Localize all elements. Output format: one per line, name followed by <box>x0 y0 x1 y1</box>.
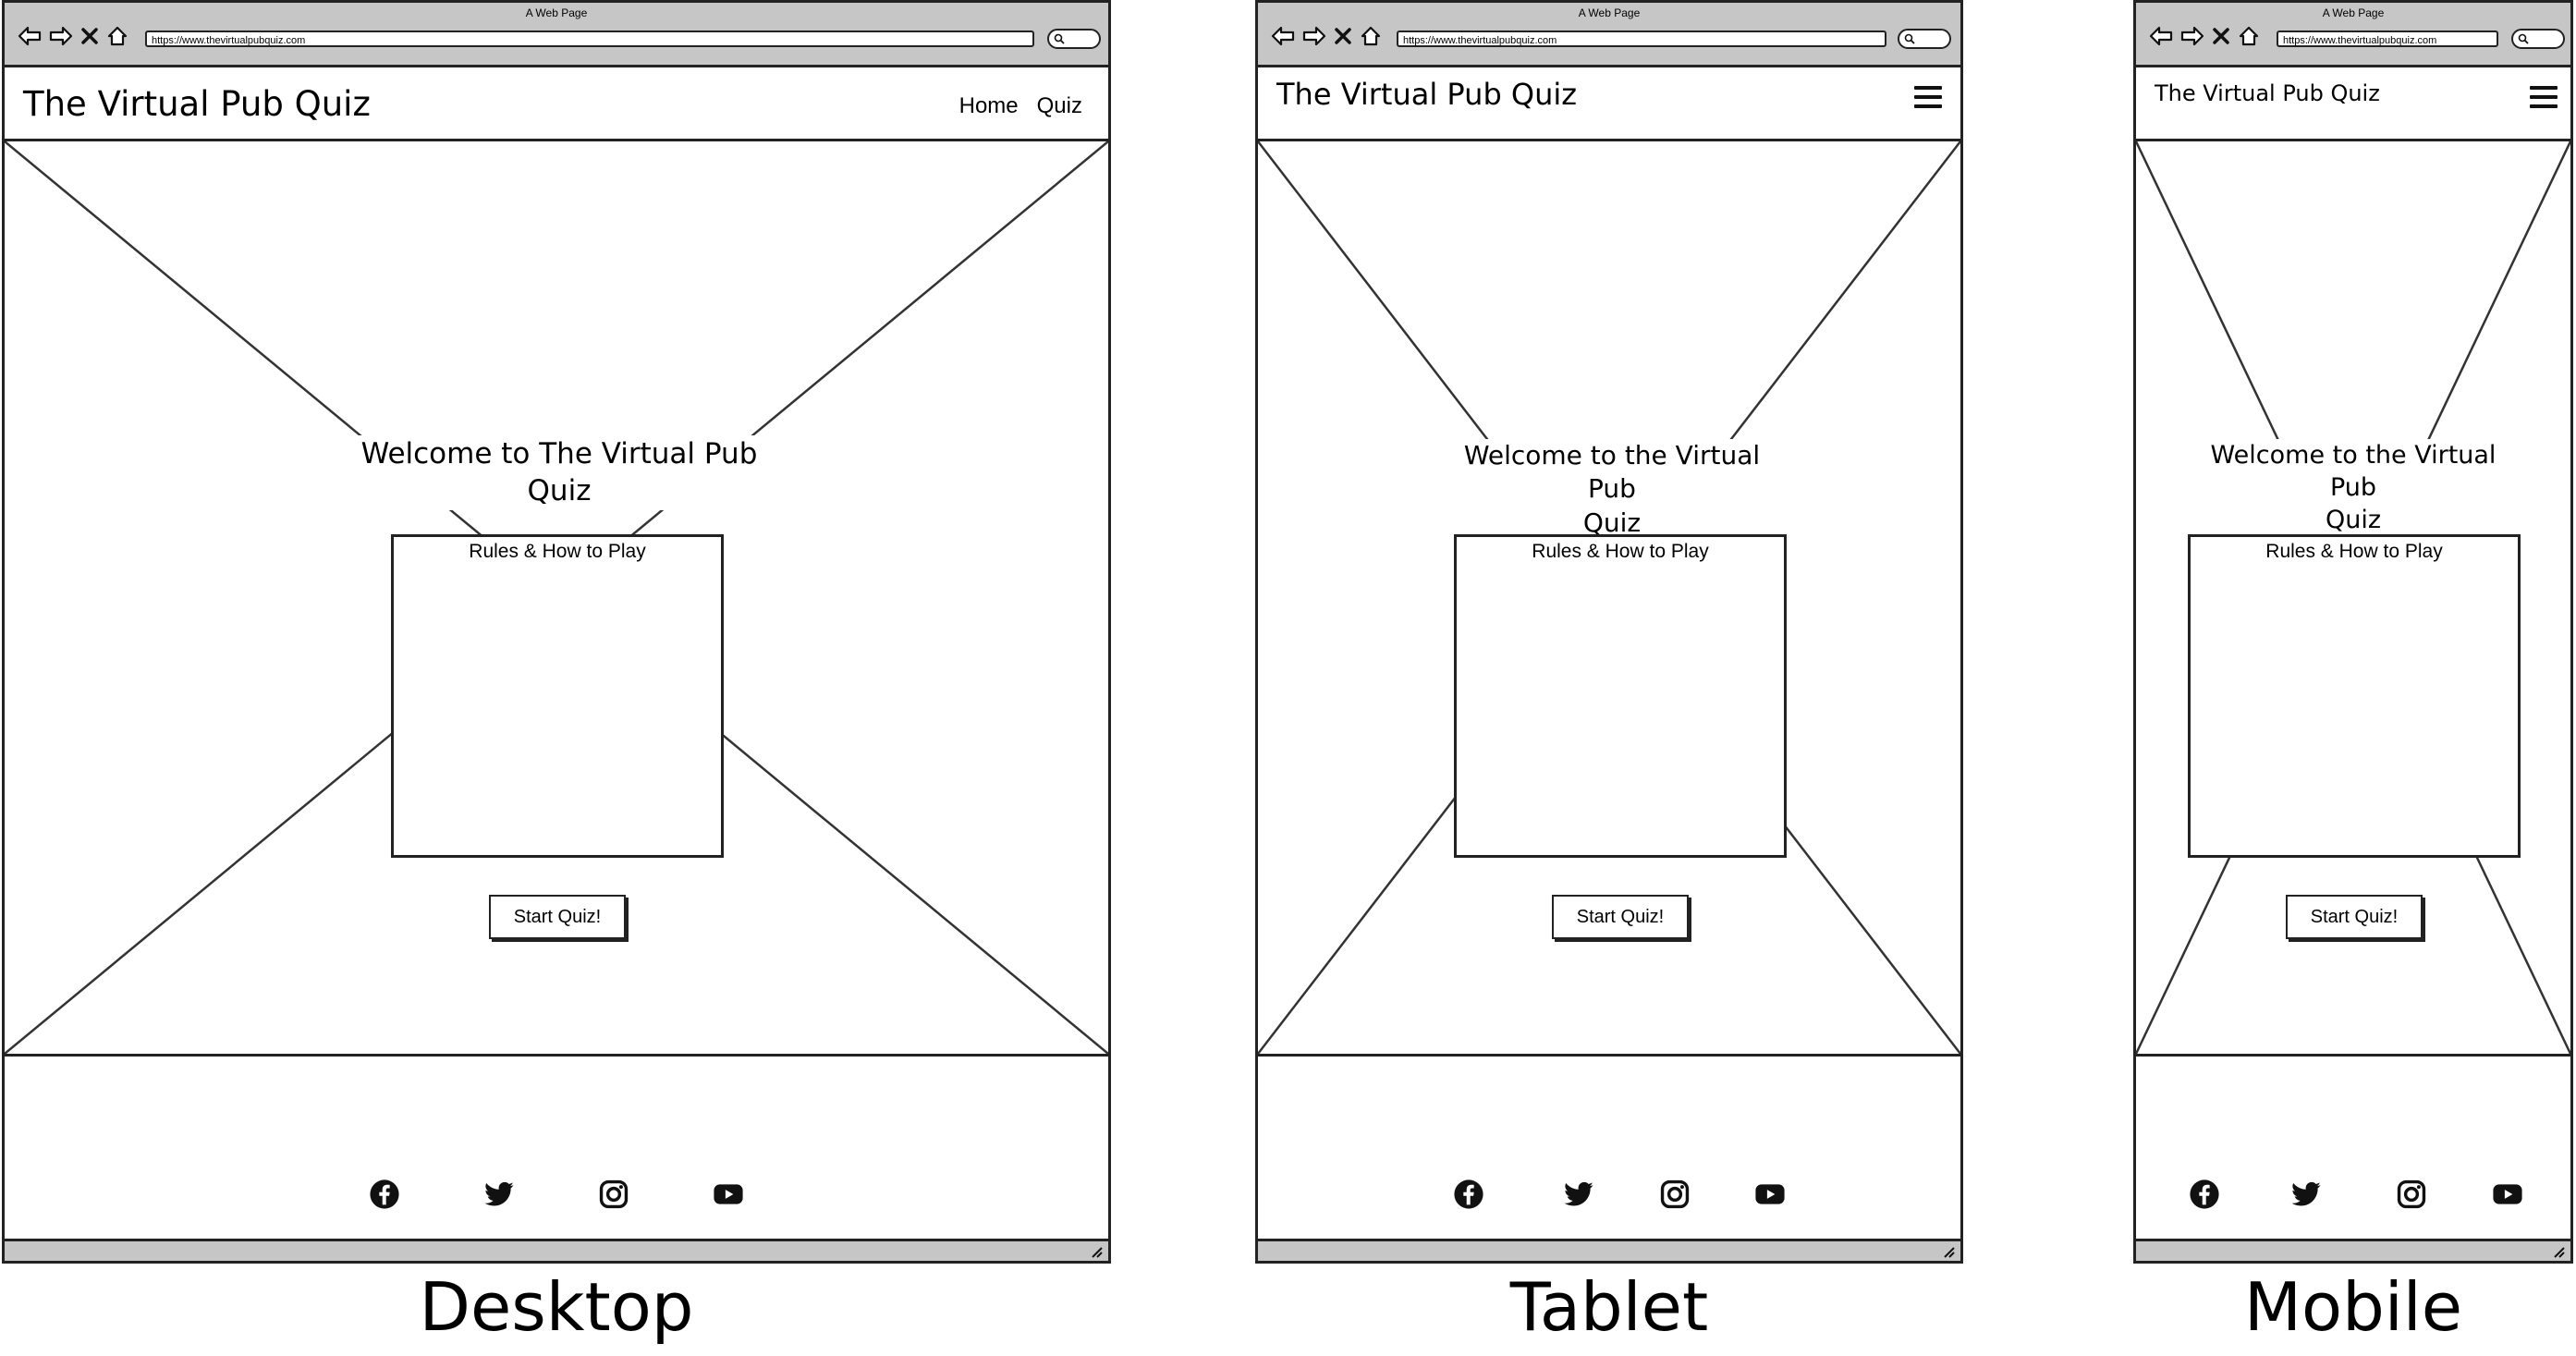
rules-panel-title: Rules & How to Play <box>2265 541 2443 562</box>
search-icon <box>2518 33 2529 44</box>
welcome-heading-line-2: Quiz <box>2325 506 2382 535</box>
youtube-icon[interactable] <box>1754 1179 1786 1210</box>
back-icon[interactable] <box>2149 26 2173 46</box>
window-title: A Web Page <box>1578 6 1641 19</box>
home-icon[interactable] <box>1360 25 1382 47</box>
stop-icon[interactable] <box>2212 27 2230 45</box>
site-header: The Virtual Pub Quiz <box>1258 67 1960 141</box>
rules-panel: Rules & How to Play <box>1454 534 1787 858</box>
browser-window: A Web Page https://www.thevirtualpubquiz… <box>2 0 1111 1264</box>
search-icon <box>1054 33 1065 44</box>
stop-icon[interactable] <box>80 27 99 45</box>
welcome-heading: Welcome to the Virtual Pub Quiz <box>1443 439 1781 541</box>
desktop-mockup: A Web Page https://www.thevirtualpubquiz… <box>2 0 1111 1356</box>
browser-search-field[interactable] <box>2511 29 2565 49</box>
start-quiz-button[interactable]: Start Quiz! <box>489 895 626 939</box>
welcome-heading: Welcome to The Virtual Pub Quiz <box>356 435 763 510</box>
browser-window: A Web Page https://www.thevirtualpubquiz… <box>1255 0 1963 1264</box>
mobile-mockup: A Web Page https://www.thevirtualpubquiz… <box>2133 0 2573 1356</box>
welcome-heading-line-1: Welcome to the Virtual Pub <box>2210 441 2497 503</box>
window-title: A Web Page <box>525 6 588 19</box>
resize-grip-icon[interactable] <box>1090 1245 1103 1258</box>
browser-status-bar <box>1258 1239 1960 1261</box>
hero-image-placeholder: Welcome to the Virtual Pub Quiz Rules & … <box>2136 141 2570 1057</box>
facebook-icon[interactable] <box>1453 1179 1484 1210</box>
instagram-icon[interactable] <box>1659 1179 1691 1210</box>
site-header: The Virtual Pub Quiz <box>2136 67 2570 141</box>
site-footer <box>5 1057 1108 1241</box>
address-bar[interactable]: https://www.thevirtualpubquiz.com <box>1397 31 1886 47</box>
browser-status-bar <box>5 1239 1108 1261</box>
rules-panel: Rules & How to Play <box>2188 534 2521 858</box>
nav-links: Home Quiz <box>959 93 1082 119</box>
facebook-icon[interactable] <box>369 1179 400 1210</box>
instagram-icon[interactable] <box>2396 1179 2427 1210</box>
back-icon[interactable] <box>1271 26 1295 46</box>
start-quiz-button[interactable]: Start Quiz! <box>2286 895 2423 939</box>
site-title[interactable]: The Virtual Pub Quiz <box>1276 77 1577 112</box>
forward-icon[interactable] <box>2180 26 2204 46</box>
site-footer <box>2136 1057 2570 1241</box>
youtube-icon[interactable] <box>713 1179 744 1210</box>
site-title[interactable]: The Virtual Pub Quiz <box>2155 80 2380 106</box>
address-bar[interactable]: https://www.thevirtualpubquiz.com <box>145 31 1034 47</box>
browser-chrome: A Web Page https://www.thevirtualpubquiz… <box>5 3 1108 67</box>
browser-search-field[interactable] <box>1898 29 1951 49</box>
rules-panel: Rules & How to Play <box>391 534 724 858</box>
forward-icon[interactable] <box>49 26 73 46</box>
resize-grip-icon[interactable] <box>1942 1245 1955 1258</box>
mockup-caption: Desktop <box>419 1268 694 1346</box>
browser-nav-buttons <box>2149 23 2260 49</box>
instagram-icon[interactable] <box>598 1179 629 1210</box>
welcome-heading: Welcome to the Virtual Pub Quiz <box>2188 439 2519 537</box>
twitter-icon[interactable] <box>483 1179 515 1210</box>
forward-icon[interactable] <box>1302 26 1326 46</box>
stop-icon[interactable] <box>1334 27 1352 45</box>
browser-status-bar <box>2136 1239 2570 1261</box>
welcome-heading-line-1: Welcome to The Virtual Pub <box>360 437 758 470</box>
browser-search-field[interactable] <box>1047 29 1101 49</box>
window-title: A Web Page <box>2322 6 2385 19</box>
browser-nav-buttons <box>18 23 128 49</box>
browser-nav-buttons <box>1271 23 1382 49</box>
home-icon[interactable] <box>2238 25 2260 47</box>
tablet-mockup: A Web Page https://www.thevirtualpubquiz… <box>1255 0 1963 1356</box>
twitter-icon[interactable] <box>2290 1179 2322 1210</box>
search-icon <box>1904 33 1915 44</box>
hero-image-placeholder: Welcome to The Virtual Pub Quiz Rules & … <box>5 141 1108 1057</box>
twitter-icon[interactable] <box>1563 1179 1594 1210</box>
rules-panel-title: Rules & How to Play <box>1532 541 1709 562</box>
hero-image-placeholder: Welcome to the Virtual Pub Quiz Rules & … <box>1258 141 1960 1057</box>
back-icon[interactable] <box>18 26 42 46</box>
resize-grip-icon[interactable] <box>2552 1245 2565 1258</box>
browser-window: A Web Page https://www.thevirtualpubquiz… <box>2133 0 2573 1264</box>
site-footer <box>1258 1057 1960 1241</box>
mockup-caption: Tablet <box>1509 1268 1709 1346</box>
youtube-icon[interactable] <box>2492 1179 2523 1210</box>
site-header: The Virtual Pub Quiz Home Quiz <box>5 67 1108 141</box>
nav-link-home[interactable]: Home <box>959 93 1019 119</box>
welcome-heading-line-1: Welcome to the Virtual Pub <box>1463 440 1761 505</box>
browser-chrome: A Web Page https://www.thevirtualpubquiz… <box>2136 3 2570 67</box>
rules-panel-title: Rules & How to Play <box>469 541 646 562</box>
facebook-icon[interactable] <box>2189 1179 2220 1210</box>
hamburger-menu-icon[interactable] <box>2530 86 2558 108</box>
address-bar[interactable]: https://www.thevirtualpubquiz.com <box>2277 31 2498 47</box>
nav-link-quiz[interactable]: Quiz <box>1037 93 1082 119</box>
home-icon[interactable] <box>106 25 128 47</box>
site-title[interactable]: The Virtual Pub Quiz <box>23 84 371 124</box>
browser-chrome: A Web Page https://www.thevirtualpubquiz… <box>1258 3 1960 67</box>
start-quiz-button[interactable]: Start Quiz! <box>1552 895 1689 939</box>
mockup-caption: Mobile <box>2243 1268 2463 1346</box>
welcome-heading-line-2: Quiz <box>527 474 592 508</box>
hamburger-menu-icon[interactable] <box>1914 86 1942 108</box>
